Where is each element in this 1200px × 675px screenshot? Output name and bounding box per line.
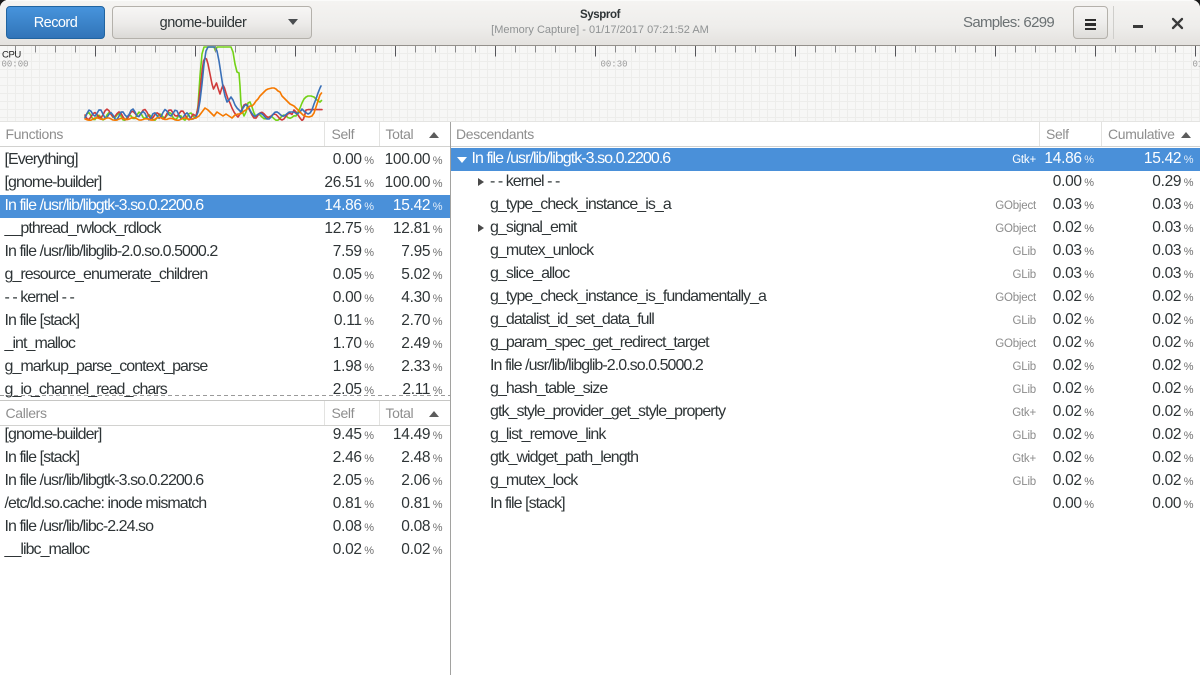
svg-text:01:00: 01:00 (1193, 60, 1200, 70)
svg-text:00:30: 00:30 (601, 60, 628, 70)
svg-text:00:00: 00:00 (2, 60, 29, 70)
